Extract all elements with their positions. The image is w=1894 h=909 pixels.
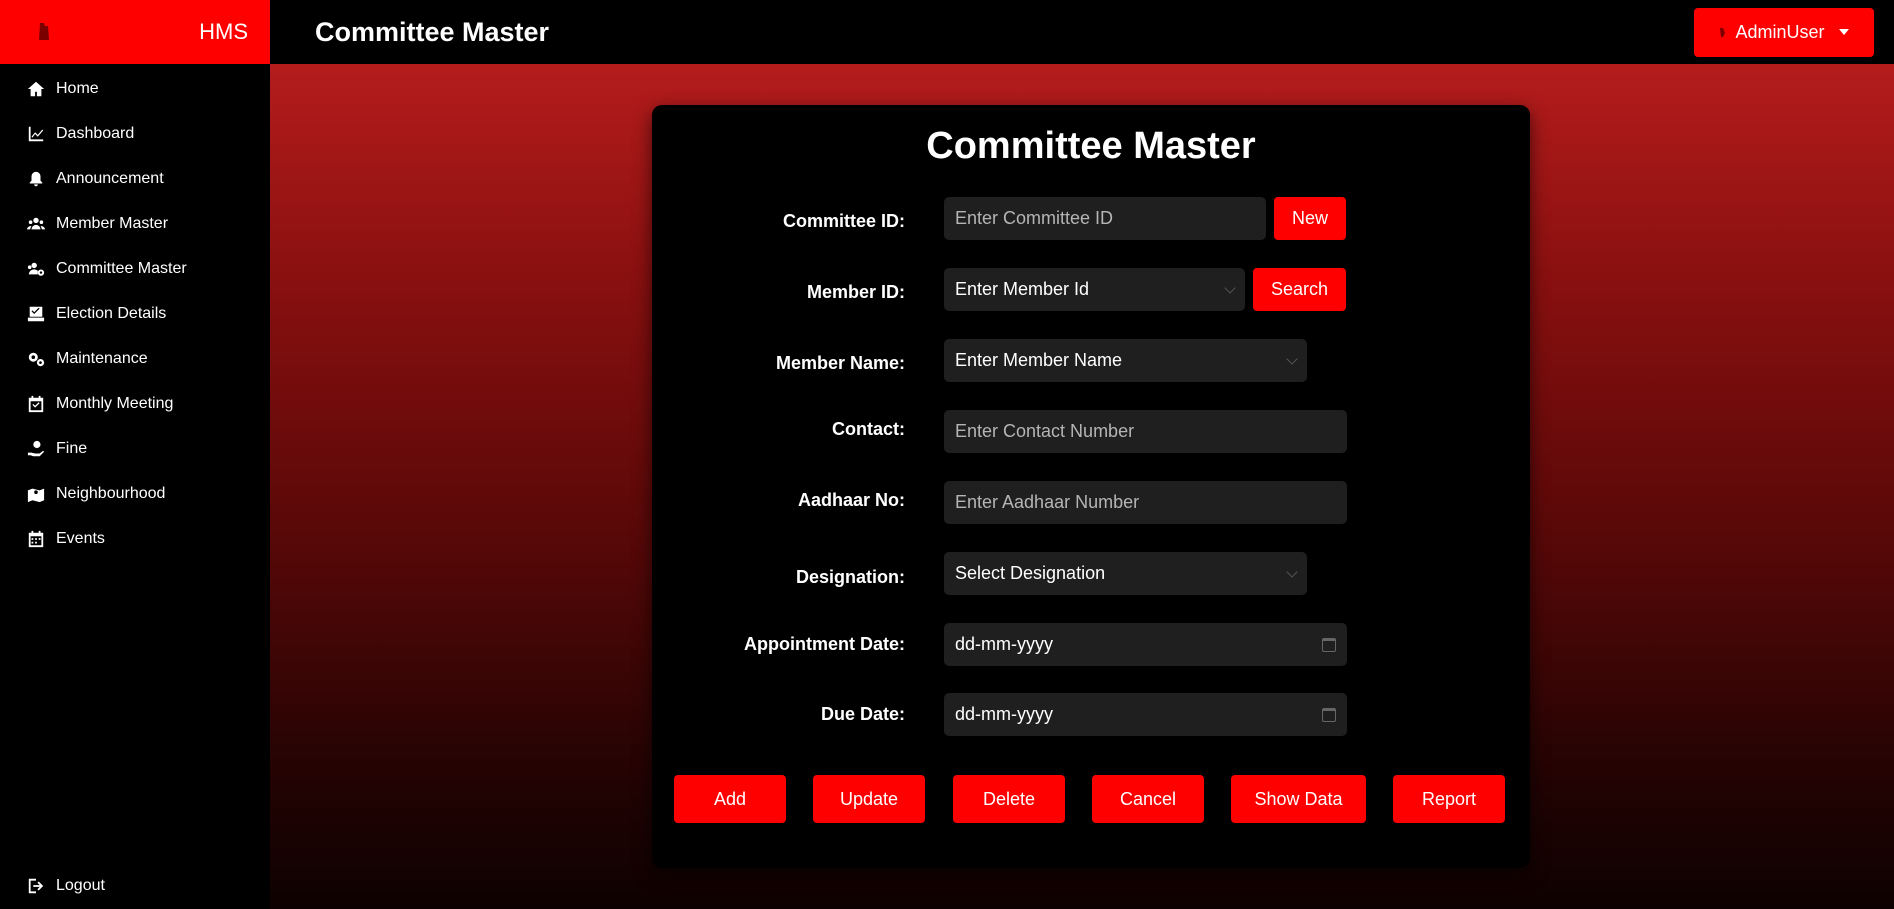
users-gear-icon <box>26 259 46 279</box>
add-button[interactable]: Add <box>674 775 786 823</box>
sidebar-item-committee-master[interactable]: Committee Master <box>0 246 270 291</box>
show-data-button[interactable]: Show Data <box>1231 775 1366 823</box>
committee-id-row: Committee ID: New <box>652 197 1530 241</box>
sidebar-item-monthly-meeting[interactable]: Monthly Meeting <box>0 381 270 426</box>
designation-select[interactable]: Select Designation <box>944 552 1307 595</box>
search-button[interactable]: Search <box>1253 268 1346 311</box>
users-icon <box>26 214 46 234</box>
new-button[interactable]: New <box>1274 197 1346 240</box>
calendar-icon <box>26 529 46 549</box>
member-name-value: Enter Member Name <box>955 350 1123 370</box>
due-date-label: Due Date: <box>820 704 905 724</box>
sidebar-item-fine[interactable]: Fine <box>0 426 270 471</box>
appointment-date-value: dd-mm-yyyy <box>955 634 1053 654</box>
member-name-select[interactable]: Enter Member Name <box>944 339 1307 382</box>
sidebar-item-label: Member Master <box>56 214 169 232</box>
top-header: Committee Master AdminUser <box>270 0 1894 64</box>
aadhaar-row: Aadhaar No: <box>652 481 1530 525</box>
calendar-check-icon <box>26 394 46 414</box>
sidebar-item-election-details[interactable]: Election Details <box>0 291 270 336</box>
appointment-date-row: Appointment Date: dd-mm-yyyy <box>652 623 1530 667</box>
sidebar-item-home[interactable]: Home <box>0 66 270 111</box>
logout-link[interactable]: Logout <box>0 863 270 909</box>
aadhaar-label: Aadhaar No: <box>797 490 905 510</box>
sidebar-item-announcement[interactable]: Announcement <box>0 156 270 201</box>
sidebar-item-label: Fine <box>56 439 88 457</box>
report-button[interactable]: Report <box>1393 775 1505 823</box>
gears-icon <box>26 349 46 369</box>
sidebar-item-neighbourhood[interactable]: Neighbourhood <box>0 471 270 516</box>
contact-row: Contact: <box>652 410 1530 454</box>
calendar-icon[interactable] <box>1322 637 1336 652</box>
brand-name: HMS <box>199 19 248 44</box>
designation-value: Select Designation <box>955 563 1106 583</box>
contact-label: Contact: <box>832 419 905 439</box>
cancel-button[interactable]: Cancel <box>1092 775 1204 823</box>
sidebar-item-label: Announcement <box>56 169 164 187</box>
sidebar-item-events[interactable]: Events <box>0 516 270 561</box>
sidebar-item-maintenance[interactable]: Maintenance <box>0 336 270 381</box>
chart-line-icon <box>26 124 46 144</box>
user-icon <box>1720 28 1726 37</box>
brand-bar: HMS <box>0 0 270 64</box>
designation-row: Designation: Select Designation <box>652 552 1530 596</box>
user-menu-button[interactable]: AdminUser <box>1694 7 1874 57</box>
calendar-icon[interactable] <box>1322 707 1336 722</box>
member-name-row: Member Name: Enter Member Name <box>652 339 1530 383</box>
sidebar-item-label: Events <box>56 529 105 547</box>
logout-label: Logout <box>56 877 105 894</box>
page-title: Committee Master <box>315 16 550 47</box>
hand-holding-dollar-icon <box>26 439 46 459</box>
logout-icon <box>26 876 46 896</box>
sidebar-item-label: Election Details <box>56 304 167 322</box>
sidebar-nav: Home Dashboard Announcement Member Maste… <box>0 66 270 561</box>
home-icon <box>26 79 46 99</box>
sidebar-item-label: Home <box>56 79 99 97</box>
due-date-value: dd-mm-yyyy <box>955 704 1053 724</box>
sidebar-item-label: Dashboard <box>56 124 135 142</box>
chevron-down-icon <box>1286 565 1298 578</box>
aadhaar-input[interactable] <box>944 481 1347 524</box>
user-name: AdminUser <box>1735 21 1825 42</box>
committee-id-label: Committee ID: <box>782 211 905 231</box>
bell-icon <box>26 169 46 189</box>
contact-input[interactable] <box>944 410 1347 453</box>
due-date-row: Due Date: dd-mm-yyyy <box>652 693 1530 737</box>
sidebar-item-label: Maintenance <box>56 349 148 367</box>
delete-button[interactable]: Delete <box>953 775 1065 823</box>
main-content: Committee Master Committee ID: New Membe… <box>270 64 1894 909</box>
chevron-down-icon <box>1286 352 1298 365</box>
member-id-label: Member ID: <box>806 282 905 302</box>
sidebar: HMS Home Dashboard Announcement Member M… <box>0 0 270 909</box>
sidebar-item-label: Monthly Meeting <box>56 394 174 412</box>
update-button[interactable]: Update <box>813 775 925 823</box>
sidebar-item-label: Neighbourhood <box>56 484 166 502</box>
map-location-icon <box>26 484 46 504</box>
caret-down-icon <box>1838 29 1849 35</box>
appointment-date-input[interactable]: dd-mm-yyyy <box>944 623 1347 666</box>
logo-icon <box>39 23 49 40</box>
committee-id-input[interactable] <box>944 197 1266 240</box>
member-id-select[interactable]: Enter Member Id <box>944 268 1245 311</box>
member-id-value: Enter Member Id <box>955 279 1090 299</box>
member-name-label: Member Name: <box>775 353 905 373</box>
appointment-date-label: Appointment Date: <box>744 634 905 654</box>
sidebar-item-label: Committee Master <box>56 259 187 277</box>
sidebar-item-member-master[interactable]: Member Master <box>0 201 270 246</box>
member-id-row: Member ID: Enter Member Id Search <box>652 268 1530 312</box>
chevron-down-icon <box>1224 281 1236 294</box>
sidebar-item-dashboard[interactable]: Dashboard <box>0 111 270 156</box>
vote-icon <box>26 304 46 324</box>
form-title: Committee Master <box>926 125 1256 167</box>
designation-label: Designation: <box>795 567 905 587</box>
due-date-input[interactable]: dd-mm-yyyy <box>944 693 1347 736</box>
committee-form-card: Committee Master Committee ID: New Membe… <box>652 105 1530 868</box>
